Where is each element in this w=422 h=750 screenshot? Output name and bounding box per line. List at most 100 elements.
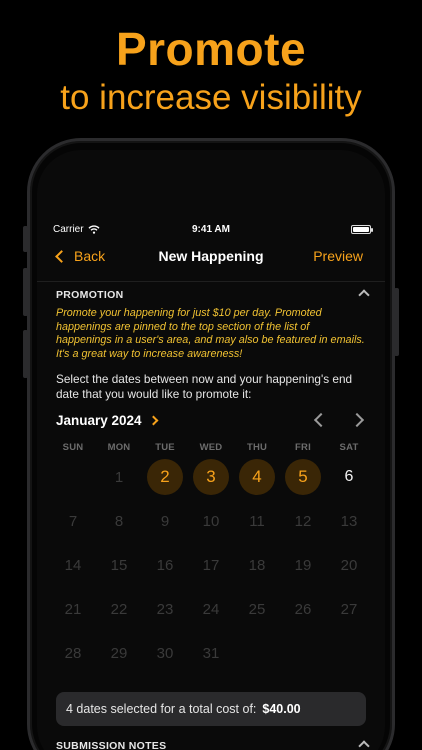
calendar-day: 26 bbox=[280, 587, 326, 631]
submission-notes-section-header[interactable]: SUBMISSION NOTES bbox=[56, 740, 370, 750]
chevron-up-icon[interactable] bbox=[358, 289, 370, 301]
calendar-day: 11 bbox=[234, 499, 280, 543]
marketing-headline: Promote bbox=[115, 23, 307, 75]
calendar-day: 9 bbox=[142, 499, 188, 543]
status-bar: Carrier 9:41 AM bbox=[37, 222, 385, 240]
calendar-day: 1 bbox=[96, 455, 142, 499]
phone-side-button bbox=[23, 330, 28, 378]
calendar-day: 17 bbox=[188, 543, 234, 587]
chevron-right-icon bbox=[148, 415, 159, 426]
calendar-day-number: 10 bbox=[202, 512, 220, 530]
calendar-day-number: 5 bbox=[285, 459, 321, 495]
chevron-up-icon[interactable] bbox=[358, 740, 370, 750]
weekday-label: THU bbox=[246, 442, 268, 453]
promotion-description: Promote your happening for just $10 per … bbox=[56, 307, 365, 360]
calendar-day-number: 20 bbox=[340, 556, 358, 574]
month-navigation bbox=[313, 412, 365, 428]
selection-summary: 4 dates selected for a total cost of: $4… bbox=[56, 692, 366, 726]
calendar-day-number: 27 bbox=[340, 600, 358, 618]
calendar-day-number: 23 bbox=[156, 600, 174, 618]
summary-amount: $40.00 bbox=[262, 702, 301, 716]
calendar-day-number: 6 bbox=[344, 468, 354, 485]
calendar-day: 12 bbox=[280, 499, 326, 543]
calendar-day-number: 29 bbox=[110, 644, 128, 662]
calendar-day-number: 3 bbox=[193, 459, 229, 495]
promotion-instruction: Select the dates between now and your ha… bbox=[56, 372, 353, 401]
calendar-day[interactable]: 3 bbox=[188, 455, 234, 499]
calendar-day: 16 bbox=[142, 543, 188, 587]
weekday-label: MON bbox=[107, 442, 131, 453]
calendar-day: 20 bbox=[326, 543, 372, 587]
preview-button[interactable]: Preview bbox=[313, 248, 363, 264]
calendar-day-number: 11 bbox=[249, 512, 265, 530]
calendar-day: 28 bbox=[50, 631, 96, 675]
marketing-subheadline: to increase visibility bbox=[60, 78, 362, 117]
calendar-day: 21 bbox=[50, 587, 96, 631]
calendar-day-number: 30 bbox=[156, 644, 174, 662]
phone-side-button bbox=[23, 226, 28, 252]
summary-text: 4 dates selected for a total cost of: bbox=[66, 702, 257, 716]
promotion-header-label: PROMOTION bbox=[56, 289, 124, 301]
status-time: 9:41 AM bbox=[192, 224, 230, 235]
phone-side-button bbox=[394, 288, 399, 356]
calendar-day-number: 21 bbox=[64, 600, 82, 618]
calendar-day-number: 18 bbox=[248, 556, 266, 574]
month-picker[interactable]: January 2024 bbox=[56, 413, 159, 428]
nav-bar: Back New Happening Preview bbox=[37, 246, 385, 270]
app-screen: Carrier 9:41 AM Back New Happening Previ… bbox=[37, 150, 385, 750]
calendar-day-number: 4 bbox=[239, 459, 275, 495]
calendar-day-number: 25 bbox=[248, 600, 266, 618]
calendar-day: 8 bbox=[96, 499, 142, 543]
calendar-day-number: 28 bbox=[64, 644, 82, 662]
calendar-day-number: 31 bbox=[202, 644, 220, 662]
phone-side-button bbox=[23, 268, 28, 316]
calendar-day: 22 bbox=[96, 587, 142, 631]
calendar-day[interactable]: 4 bbox=[234, 455, 280, 499]
calendar-day: 14 bbox=[50, 543, 96, 587]
calendar-day: 18 bbox=[234, 543, 280, 587]
weekday-label: SAT bbox=[339, 442, 359, 453]
submission-notes-header-label: SUBMISSION NOTES bbox=[56, 740, 167, 750]
calendar-day[interactable]: 5 bbox=[280, 455, 326, 499]
calendar-day: 7 bbox=[50, 499, 96, 543]
next-month-icon[interactable] bbox=[349, 412, 365, 428]
weekday-header: SUN MON TUE WED THU FRI SAT bbox=[50, 442, 372, 453]
calendar-day: 31 bbox=[188, 631, 234, 675]
calendar-day: 25 bbox=[234, 587, 280, 631]
calendar-day-number: 24 bbox=[202, 600, 220, 618]
calendar-day: 29 bbox=[96, 631, 142, 675]
calendar-day-number: 26 bbox=[294, 600, 312, 618]
calendar-empty-cell bbox=[50, 455, 96, 499]
calendar-day-number: 8 bbox=[114, 512, 124, 530]
calendar-day-number: 2 bbox=[147, 459, 183, 495]
calendar-day-number: 9 bbox=[160, 512, 170, 530]
calendar-day: 30 bbox=[142, 631, 188, 675]
calendar-day: 15 bbox=[96, 543, 142, 587]
calendar-day-number: 19 bbox=[294, 556, 312, 574]
weekday-label: FRI bbox=[295, 442, 311, 453]
calendar-grid: 1 2 3 4 5 6 7 8 9 10 11 12 13 14 15 16 17 18 19 20 21 22 23 24 2… bbox=[50, 455, 372, 675]
calendar-day-number: 17 bbox=[202, 556, 220, 574]
calendar-day-number: 22 bbox=[110, 600, 128, 618]
calendar-day-number: 7 bbox=[68, 512, 78, 530]
calendar-day: 13 bbox=[326, 499, 372, 543]
calendar-day: 27 bbox=[326, 587, 372, 631]
calendar-day: 23 bbox=[142, 587, 188, 631]
previous-month-icon[interactable] bbox=[313, 412, 329, 428]
promotion-section-header[interactable]: PROMOTION bbox=[56, 289, 370, 301]
calendar-day: 10 bbox=[188, 499, 234, 543]
battery-icon bbox=[351, 225, 373, 234]
calendar-day: 19 bbox=[280, 543, 326, 587]
weekday-label: SUN bbox=[62, 442, 84, 453]
weekday-label: TUE bbox=[155, 442, 175, 453]
nav-divider bbox=[37, 281, 385, 282]
weekday-label: WED bbox=[199, 442, 223, 453]
calendar-day-number: 13 bbox=[340, 512, 358, 530]
month-label: January 2024 bbox=[56, 413, 142, 428]
calendar-day-number: 15 bbox=[110, 556, 128, 574]
calendar-header: January 2024 bbox=[56, 412, 368, 432]
calendar-day[interactable]: 6 bbox=[326, 455, 372, 499]
calendar-day-number: 16 bbox=[156, 556, 174, 574]
calendar-day[interactable]: 2 bbox=[142, 455, 188, 499]
calendar-day-number: 14 bbox=[64, 556, 82, 574]
